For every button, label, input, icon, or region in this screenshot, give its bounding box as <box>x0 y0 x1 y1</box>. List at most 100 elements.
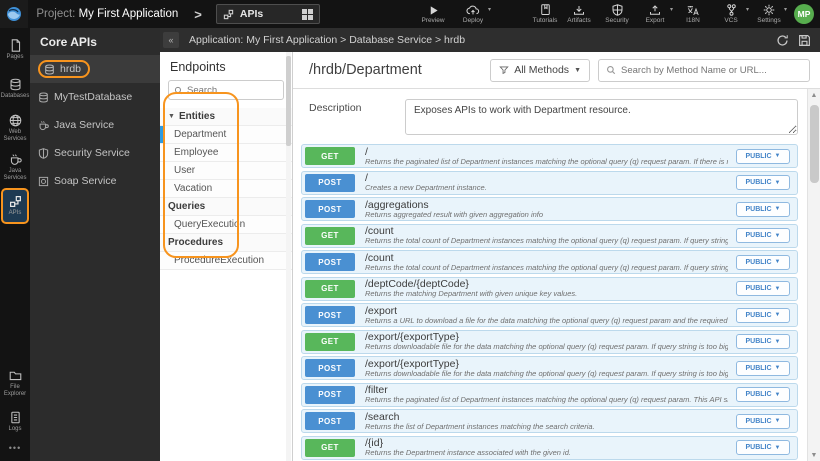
core-api-item-hrdb[interactable]: hrdb <box>30 55 160 83</box>
api-path: /export/{exportType} <box>365 358 459 370</box>
core-api-item-label: hrdb <box>60 63 82 75</box>
endpoint-group-procedures[interactable]: Procedures <box>160 234 292 252</box>
sidebar-item-databases[interactable]: Databases <box>1 71 29 107</box>
endpoint-group-queries[interactable]: Queries <box>160 198 292 216</box>
core-api-item-java-service[interactable]: Java Service <box>30 111 160 139</box>
api-row[interactable]: GET/{id} Returns the Department instance … <box>301 435 798 460</box>
api-row[interactable]: POST / Creates a new Department instance. P… <box>301 170 798 195</box>
description-textarea[interactable]: Exposes APIs to work with Department res… <box>405 99 798 135</box>
chevron-down-icon: ▼ <box>774 153 781 159</box>
visibility-dropdown[interactable]: PUBLIC ▼ <box>736 254 790 270</box>
sidebar-item-pages[interactable]: Pages <box>1 32 29 68</box>
sidebar-item-web-services[interactable]: Web Services <box>1 110 29 146</box>
top-bar: Project: My First Application > APIs Pre… <box>0 0 820 28</box>
scroll-thumb[interactable] <box>810 105 819 183</box>
visibility-dropdown[interactable]: PUBLIC ▼ <box>736 228 790 243</box>
tab-apis-label: APIs <box>239 8 264 20</box>
api-path: /aggregations <box>365 199 429 211</box>
scroll-down-icon[interactable]: ▼ <box>811 449 818 461</box>
api-row[interactable]: POST/export/{exportType} Returns download… <box>301 356 798 380</box>
chevron-down-icon: ▼ <box>774 365 781 371</box>
endpoint-item-employee[interactable]: Employee <box>160 144 292 162</box>
sidebar-item-java-services[interactable]: Java Services <box>1 149 29 185</box>
method-badge: POST <box>305 253 355 271</box>
save-icon[interactable] <box>798 34 811 47</box>
endpoint-item-vacation[interactable]: Vacation <box>160 180 292 198</box>
deploy-button[interactable]: Deploy ▾ <box>456 0 491 28</box>
tab-apis[interactable]: APIs <box>215 4 320 24</box>
core-api-item-security-service[interactable]: Security Service <box>30 139 160 167</box>
api-row[interactable]: POST/export Returns a URL to download a f… <box>301 303 798 327</box>
grid-icon[interactable] <box>302 8 313 20</box>
export-button[interactable]: Export ▾ <box>638 0 673 28</box>
breadcrumb-bar: « Application: My First Application > Da… <box>160 28 820 52</box>
api-row[interactable]: GET/count Returns the total count of Depa… <box>301 223 798 248</box>
visibility-dropdown[interactable]: PUBLIC ▼ <box>736 175 790 190</box>
api-row[interactable]: POST/count Returns the total count of Dep… <box>301 250 798 274</box>
visibility-dropdown[interactable]: PUBLIC ▼ <box>736 281 790 296</box>
caret-down-icon: ▼ <box>168 113 175 120</box>
more-icon[interactable]: ••• <box>9 443 21 453</box>
settings-button[interactable]: Settings ▾ <box>752 0 787 28</box>
endpoint-item-department[interactable]: Department <box>160 126 292 144</box>
api-row[interactable]: POST/aggregations Returns aggregated resu… <box>301 197 798 221</box>
chevron-down-icon: ▾ <box>745 7 749 13</box>
log-file-icon <box>9 411 22 424</box>
visibility-dropdown[interactable]: PUBLIC ▼ <box>736 440 790 455</box>
user-avatar[interactable]: MP <box>794 4 814 24</box>
collapse-panel-button[interactable]: « <box>163 32 179 48</box>
endpoint-label: Entities <box>178 111 216 122</box>
vcs-button[interactable]: VCS ▾ <box>714 0 749 28</box>
endpoints-scrollbar[interactable] <box>286 52 291 461</box>
main-scrollbar[interactable]: ▲ ▼ <box>807 89 820 461</box>
sidebar-item-apis[interactable]: APIs <box>1 188 29 224</box>
api-icon <box>223 9 234 20</box>
sidebar-item-logs[interactable]: Logs <box>1 404 29 440</box>
artifacts-button[interactable]: Artifacts <box>562 0 596 28</box>
scroll-up-icon[interactable]: ▲ <box>811 89 818 101</box>
methods-filter-label: All Methods <box>514 64 570 76</box>
visibility-dropdown[interactable]: PUBLIC ▼ <box>736 148 790 164</box>
coffee-icon <box>9 153 22 166</box>
sidebar-item-label: APIs <box>8 210 22 217</box>
endpoint-label: Employee <box>174 147 219 158</box>
endpoints-search[interactable] <box>168 80 284 100</box>
method-search-input[interactable] <box>621 64 802 76</box>
endpoint-item-procedureexecution[interactable]: ProcedureExecution <box>160 252 292 270</box>
api-row[interactable]: GET / Returns the paginated list of Depart… <box>301 144 798 168</box>
visibility-dropdown[interactable]: PUBLIC ▼ <box>736 387 790 402</box>
visibility-dropdown[interactable]: PUBLIC ▼ <box>736 201 790 217</box>
api-row[interactable]: POST/search Returns the list of Departmen… <box>301 409 798 433</box>
endpoint-label: Procedures <box>168 237 224 248</box>
export-label: Export <box>645 16 665 24</box>
endpoint-item-user[interactable]: User <box>160 162 292 180</box>
visibility-dropdown[interactable]: PUBLIC ▼ <box>736 307 790 323</box>
refresh-icon[interactable] <box>776 34 789 47</box>
api-row[interactable]: GET/export/{exportType} Returns downloada… <box>301 329 798 354</box>
security-button[interactable]: Security <box>600 0 634 28</box>
method-search[interactable] <box>598 58 810 82</box>
endpoint-label: ProcedureExecution <box>174 255 265 266</box>
core-apis-panel: Core APIs hrdb MyTestDatabase Java Servi… <box>30 28 160 461</box>
annotation-ring: hrdb <box>38 60 91 78</box>
api-description: Returns downloadable file for the data m… <box>365 342 728 351</box>
core-api-item-soap-service[interactable]: Soap Service <box>30 167 160 195</box>
methods-filter-dropdown[interactable]: All Methods ▼ <box>490 58 590 82</box>
visibility-dropdown[interactable]: PUBLIC ▼ <box>736 334 790 349</box>
endpoints-search-input[interactable] <box>187 84 278 96</box>
visibility-dropdown[interactable]: PUBLIC ▼ <box>736 413 790 429</box>
endpoint-item-queryexecution[interactable]: QueryExecution <box>160 216 292 234</box>
core-api-item-mytestdatabase[interactable]: MyTestDatabase <box>30 83 160 111</box>
api-row[interactable]: POST/filter Returns the paginated list of… <box>301 382 798 407</box>
app-logo-icon[interactable] <box>0 0 29 28</box>
api-row[interactable]: GET/deptCode/{deptCode} Returns the match… <box>301 276 798 301</box>
tutorials-button[interactable]: Tutorials <box>528 0 562 28</box>
sidebar-item-file-explorer[interactable]: File Explorer <box>1 365 29 401</box>
endpoint-group-entities[interactable]: ▼ Entities <box>160 108 292 126</box>
preview-button[interactable]: Preview <box>416 0 450 28</box>
method-badge: POST <box>305 359 355 377</box>
i18n-button[interactable]: I18N <box>676 0 710 28</box>
visibility-dropdown[interactable]: PUBLIC ▼ <box>736 360 790 376</box>
breadcrumb: Application: My First Application > Data… <box>189 34 466 46</box>
sidebar-item-label: Pages <box>6 54 24 61</box>
